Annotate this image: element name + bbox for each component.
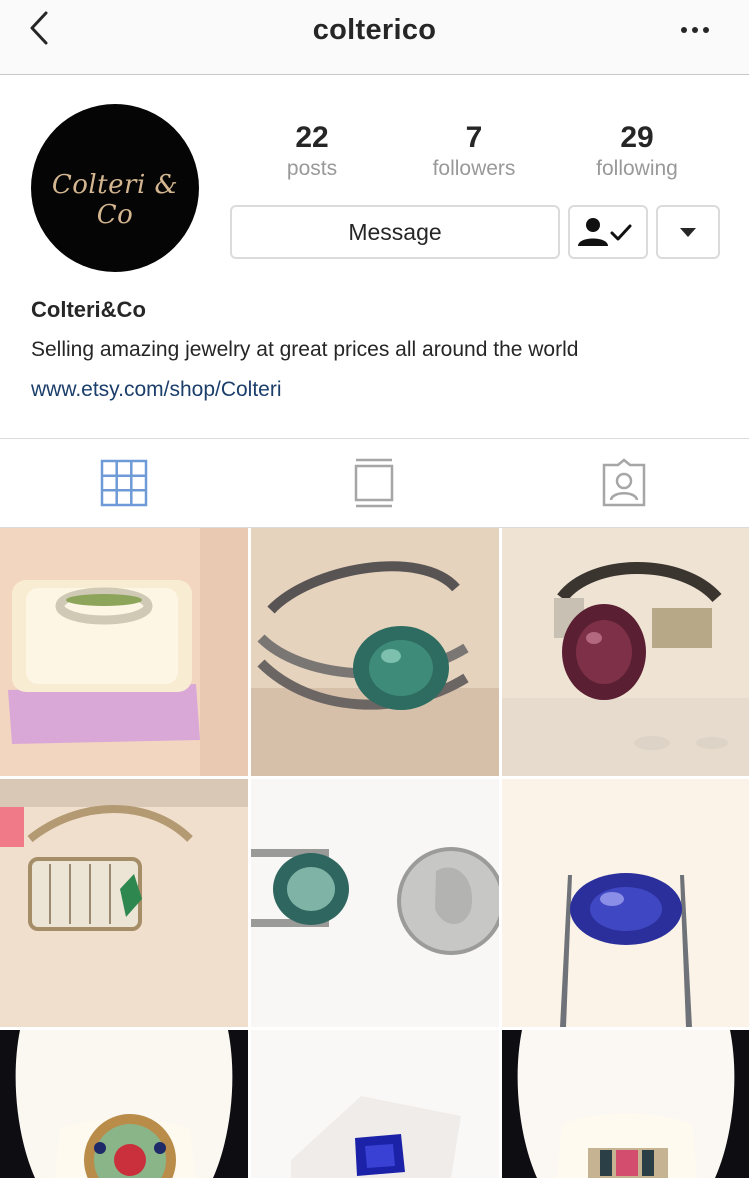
suggestions-dropdown-button[interactable] [656, 205, 720, 259]
post-ring-teal-stone[interactable] [251, 528, 499, 776]
message-button[interactable]: Message [230, 205, 560, 259]
tab-feed[interactable] [348, 457, 400, 509]
top-bar: colterico [0, 0, 749, 75]
followers-stat[interactable]: 7 followers [404, 120, 544, 182]
post-image [0, 528, 248, 776]
profile-avatar[interactable]: Colteri & Co [31, 104, 199, 272]
profile-username: colterico [312, 14, 437, 46]
display-name: Colteri&Co [31, 297, 146, 322]
feed-icon [354, 458, 394, 508]
post-image [0, 779, 248, 1027]
post-ring-green-band-in-box[interactable] [0, 528, 248, 776]
post-ring-baguette-green[interactable] [0, 779, 248, 1027]
post-blue-gem-tweezers[interactable] [502, 779, 749, 1027]
posts-stat[interactable]: 22 posts [242, 120, 382, 182]
posts-count: 22 [295, 121, 329, 154]
post-image [251, 779, 499, 1027]
followers-count: 7 [465, 121, 483, 154]
following-stat[interactable]: 29 following [567, 120, 707, 182]
profile-tab-bar [0, 438, 749, 528]
post-image [502, 1030, 749, 1178]
post-blue-emerald-cut-gem[interactable] [251, 1030, 499, 1178]
followers-label: followers [432, 157, 516, 180]
post-image [502, 779, 749, 1027]
post-image [251, 528, 499, 776]
posts-grid [0, 528, 749, 1178]
person-check-icon [578, 218, 632, 246]
website-link[interactable]: www.etsy.com/shop/Colteri [31, 378, 282, 402]
following-count: 29 [620, 121, 654, 154]
post-image [0, 1030, 248, 1178]
caret-down-icon [680, 228, 696, 237]
post-image [251, 1030, 499, 1178]
grid-icon [100, 459, 148, 507]
post-ring-purple-stone[interactable] [502, 528, 749, 776]
post-image [502, 528, 749, 776]
post-gem-with-dime[interactable] [251, 779, 499, 1027]
tab-tagged[interactable] [598, 457, 650, 509]
tab-grid[interactable] [98, 457, 150, 509]
ellipsis-icon [681, 27, 709, 33]
following-button[interactable] [568, 205, 648, 259]
bio-text: Selling amazing jewelry at great prices … [31, 338, 579, 361]
post-ring-ruby-emerald-cluster[interactable] [0, 1030, 248, 1178]
tagged-icon [602, 458, 646, 507]
more-options-button[interactable] [677, 18, 713, 42]
posts-label: posts [286, 157, 338, 180]
avatar-logo-text: Colteri & Co [51, 170, 179, 230]
post-ring-ruby-channel[interactable] [502, 1030, 749, 1178]
following-label: following [596, 157, 678, 180]
